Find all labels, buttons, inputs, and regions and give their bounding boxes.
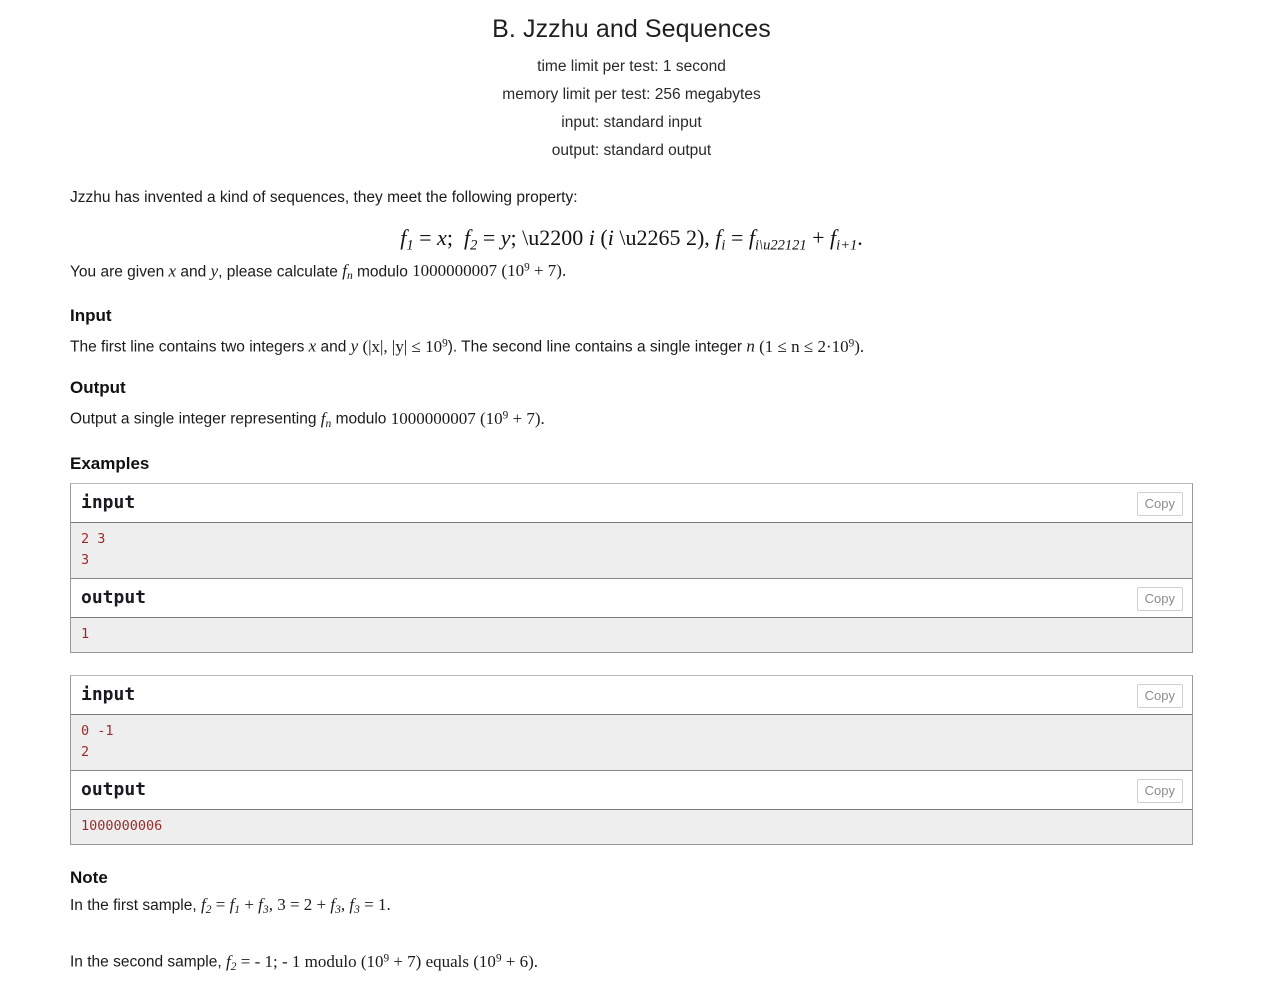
note-first-sample: In the first sample, f2 = f1 + f3, 3 = 2… [70,894,1193,921]
examples-heading: Examples [70,453,150,473]
input-label: input [81,683,136,705]
output-spec: Output a single integer representing fn … [70,404,1193,435]
copy-input-button[interactable]: Copy [1136,491,1183,516]
note1-f2: f2 [200,894,212,917]
output-data: 1 [71,617,1192,652]
input-text-2: and [316,339,351,357]
note1-f3a: f3 [258,894,269,917]
note2-prefix: In the second sample, [70,953,226,971]
output-mode: output: standard output [551,142,712,160]
page-title: B. Jzzhu and Sequences [492,15,771,43]
note-second-sample: In the second sample, f2 = - 1; - 1 modu… [70,947,1193,978]
input-label: input [81,491,136,513]
note1-eq: = [211,894,230,914]
sample-tests: input Copy 2 3 3 output Copy 1 input Cop… [70,482,1193,845]
given-modulo: modulo [352,263,413,281]
statement-given-line: You are given x and y, please calculate … [70,257,1193,288]
given-prefix: You are given [70,263,169,281]
note1-mid: , 3 = 2 + [268,894,331,914]
input-spec: The first line contains two integers x a… [70,332,1193,359]
input-text-4: ). The second line contains a single int… [447,339,747,357]
note1-f3c: f3 [349,894,360,917]
recurrence-formula: f1 = x; f2 = y; \u2200 i (i \u2265 2), f… [400,225,863,254]
output-fn: fn [320,408,332,430]
output-header: output Copy [71,770,1192,810]
note1-f3b: f3 [330,894,341,917]
output-section-heading: Output [70,378,126,398]
problem-header: B. Jzzhu and Sequences time limit per te… [0,0,1263,165]
copy-output-button[interactable]: Copy [1136,586,1183,611]
copy-output-button[interactable]: Copy [1136,778,1183,803]
problem-page: B. Jzzhu and Sequences time limit per te… [0,0,1263,981]
input-data: 0 -1 2 [71,714,1192,771]
note1-plus: + [240,894,259,914]
sample-test: input Copy 0 -1 2 output Copy 1000000006 [70,674,1193,845]
input-constraint-xy: (|x|, |y| ≤ 109 [358,337,448,357]
note1-f1: f1 [229,894,241,917]
given-fn: fn [342,261,353,283]
problem-content: Jzzhu has invented a kind of sequences, … [0,187,1263,978]
statement-intro: Jzzhu has invented a kind of sequences, … [70,189,578,207]
output-data: 1000000006 [71,809,1192,844]
given-mid: , please calculate [218,263,343,281]
output-mod-value: 1000000007 (109 + 7). [390,408,545,428]
output-text-2: modulo [331,410,391,428]
output-label: output [81,586,147,608]
output-header: output Copy [71,578,1192,618]
input-mode: input: standard input [561,114,702,132]
problem-limits: time limit per test: 1 second memory lim… [0,53,1263,165]
copy-input-button[interactable]: Copy [1136,683,1183,708]
input-text-1: The first line contains two integers [70,339,309,357]
input-data: 2 3 3 [71,522,1192,579]
main-formula-block: f1 = x; f2 = y; \u2200 i (i \u2265 2), f… [70,225,1193,254]
given-and: and [176,263,211,281]
note-spacer [70,921,1193,947]
input-header: input Copy [71,483,1192,523]
input-var-n: n [746,337,755,357]
input-constraint-n: (1 ≤ n ≤ 2·109). [754,337,865,357]
time-limit: time limit per test: 1 second [537,58,726,76]
note-section-heading: Note [70,867,108,887]
note1-tail: = 1. [359,894,391,914]
given-var-x: x [168,261,177,281]
sample-test: input Copy 2 3 3 output Copy 1 [70,482,1193,653]
given-mod-value: 1000000007 (109 + 7). [412,261,567,281]
given-var-y: y [210,261,219,281]
memory-limit: memory limit per test: 256 megabytes [502,86,761,104]
output-label: output [81,778,147,800]
note1-prefix: In the first sample, [70,896,201,914]
note2-f2: f2 [225,951,237,973]
note2-body: = - 1; - 1 modulo (109 + 7) equals (109 … [236,951,539,971]
input-section-heading: Input [70,306,112,326]
output-text-1: Output a single integer representing [70,410,321,428]
input-header: input Copy [71,675,1192,715]
